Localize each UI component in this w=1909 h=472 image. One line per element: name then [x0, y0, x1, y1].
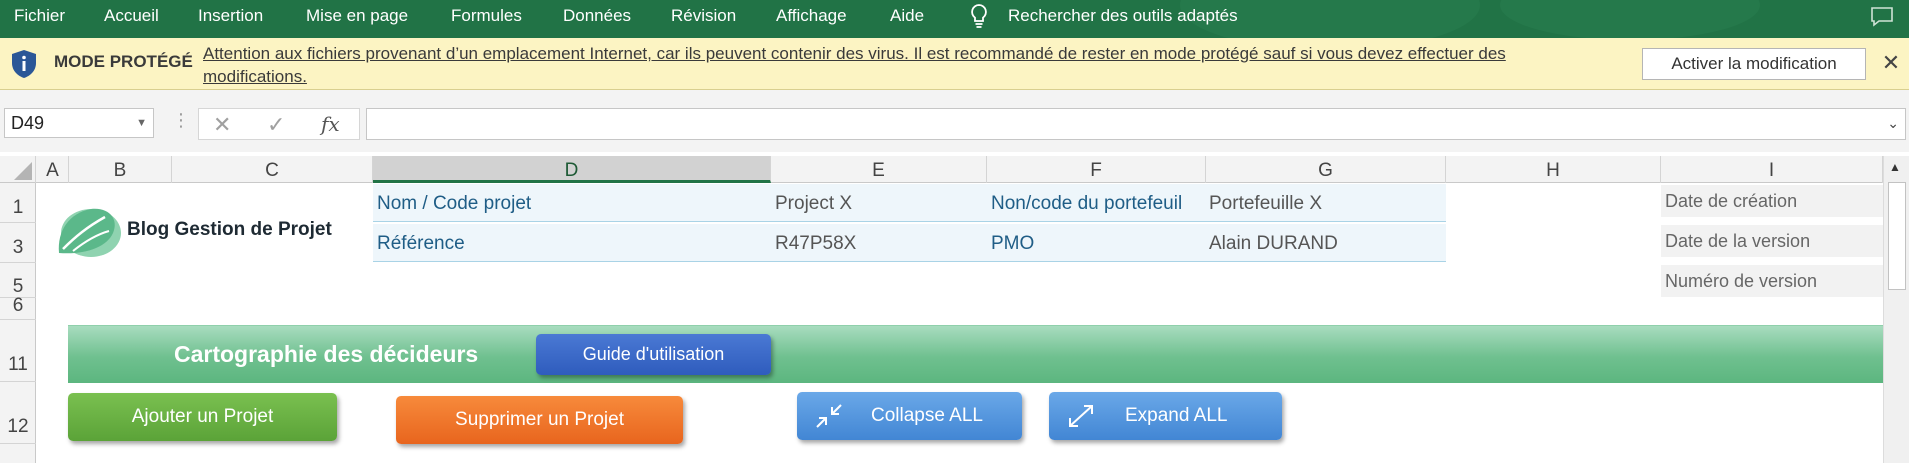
menu-affichage[interactable]: Affichage [776, 0, 847, 32]
row-header-3[interactable]: 3 [0, 223, 36, 263]
column-header-i[interactable]: I [1661, 156, 1883, 183]
column-header-d[interactable]: D [373, 156, 771, 183]
row-header-12[interactable]: 12 [0, 382, 36, 444]
vertical-scrollbar[interactable]: ▲ [1883, 156, 1909, 463]
expand-arrows-icon [1065, 401, 1097, 450]
project-name-label: Nom / Code projet [377, 193, 532, 214]
column-header-f[interactable]: F [987, 156, 1206, 183]
column-header-g[interactable]: G [1206, 156, 1446, 183]
formula-bar-grip[interactable]: ⋮ [172, 110, 190, 131]
menu-insertion[interactable]: Insertion [198, 0, 263, 32]
collapse-arrows-icon [813, 401, 845, 450]
name-box-value: D49 [11, 113, 45, 133]
menu-formules[interactable]: Formules [451, 0, 522, 32]
expand-all-button[interactable]: Expand ALL [1049, 392, 1282, 440]
column-header-b[interactable]: B [69, 156, 172, 183]
formula-bar: D49 ▼ ⋮ ✕ ✓ fx ⌄ [0, 90, 1909, 152]
collapse-all-button[interactable]: Collapse ALL [797, 392, 1022, 440]
row-headers: 1 3 5 6 11 12 [0, 183, 36, 463]
ribbon-menu-bar: Fichier Accueil Insertion Mise en page F… [0, 0, 1909, 50]
search-tools-input[interactable]: Rechercher des outils adaptés [1008, 0, 1238, 32]
column-header-a[interactable]: A [37, 156, 69, 183]
user-guide-button[interactable]: Guide d'utilisation [536, 334, 771, 375]
cancel-icon[interactable]: ✕ [213, 112, 231, 138]
menu-mise-en-page[interactable]: Mise en page [306, 0, 408, 32]
reference-value[interactable]: R47P58X [775, 233, 856, 255]
delete-project-button[interactable]: Supprimer un Projet [396, 396, 683, 444]
version-date-label: Date de la version [1661, 225, 1883, 258]
row-header-1[interactable]: 1 [0, 183, 36, 223]
select-all-corner[interactable] [0, 156, 36, 183]
row-header-5[interactable]: 5 [0, 263, 36, 298]
protected-view-message[interactable]: Attention aux fichiers provenant d’un em… [203, 42, 1603, 88]
chevron-down-icon[interactable]: ▼ [136, 109, 147, 137]
enter-icon[interactable]: ✓ [267, 112, 285, 138]
leaf-logo-icon [58, 208, 121, 257]
section-header: Cartographie des décideurs [68, 325, 1883, 383]
enable-editing-button[interactable]: Activer la modification [1642, 48, 1866, 80]
comment-icon[interactable] [1870, 6, 1894, 33]
menu-aide[interactable]: Aide [890, 0, 924, 32]
scroll-up-icon[interactable]: ▲ [1889, 160, 1901, 174]
column-header-h[interactable]: H [1446, 156, 1661, 183]
pmo-label: PMO [991, 233, 1035, 254]
menu-accueil[interactable]: Accueil [104, 0, 159, 32]
spreadsheet-grid[interactable]: Blog Gestion de Projet Nom / Code projet… [37, 183, 1883, 463]
collapse-all-label: Collapse ALL [871, 405, 983, 426]
column-header-e[interactable]: E [771, 156, 987, 183]
column-headers: A B C D E F G H I [0, 156, 1909, 183]
expand-all-label: Expand ALL [1125, 405, 1228, 426]
add-project-button[interactable]: Ajouter un Projet [68, 393, 337, 441]
formula-buttons: ✕ ✓ fx [198, 108, 360, 140]
portfolio-label: Non/code du portefeuil [991, 193, 1183, 214]
insert-function-icon[interactable]: fx [321, 112, 340, 136]
row-header-6[interactable]: 6 [0, 296, 36, 320]
portfolio-value[interactable]: Portefeuille X [1209, 193, 1322, 215]
column-header-c[interactable]: C [172, 156, 373, 183]
logo-text: Blog Gestion de Projet [127, 219, 332, 240]
protected-view-title: MODE PROTÉGÉ [54, 52, 193, 71]
formula-input[interactable]: ⌄ [366, 108, 1906, 140]
menu-fichier[interactable]: Fichier [14, 0, 65, 32]
ribbon-background-shape [1500, 0, 1760, 40]
section-title: Cartographie des décideurs [174, 341, 479, 367]
project-name-value[interactable]: Project X [775, 193, 852, 215]
version-number-label: Numéro de version [1661, 265, 1883, 298]
shield-info-icon [10, 49, 38, 84]
lightbulb-icon[interactable] [968, 3, 990, 34]
reference-label: Référence [377, 233, 465, 254]
chevron-down-icon[interactable]: ⌄ [1887, 115, 1899, 132]
blog-logo: Blog Gestion de Projet [51, 203, 332, 259]
name-box[interactable]: D49 ▼ [4, 108, 154, 138]
row-header-11[interactable]: 11 [0, 320, 36, 382]
menu-revision[interactable]: Révision [671, 0, 736, 32]
menu-donnees[interactable]: Données [563, 0, 631, 32]
pmo-value[interactable]: Alain DURAND [1209, 233, 1338, 255]
close-icon[interactable]: ✕ [1880, 50, 1902, 76]
protected-view-banner: MODE PROTÉGÉ Attention aux fichiers prov… [0, 38, 1909, 90]
creation-date-label: Date de création [1661, 185, 1883, 218]
scrollbar-thumb[interactable] [1888, 182, 1906, 290]
